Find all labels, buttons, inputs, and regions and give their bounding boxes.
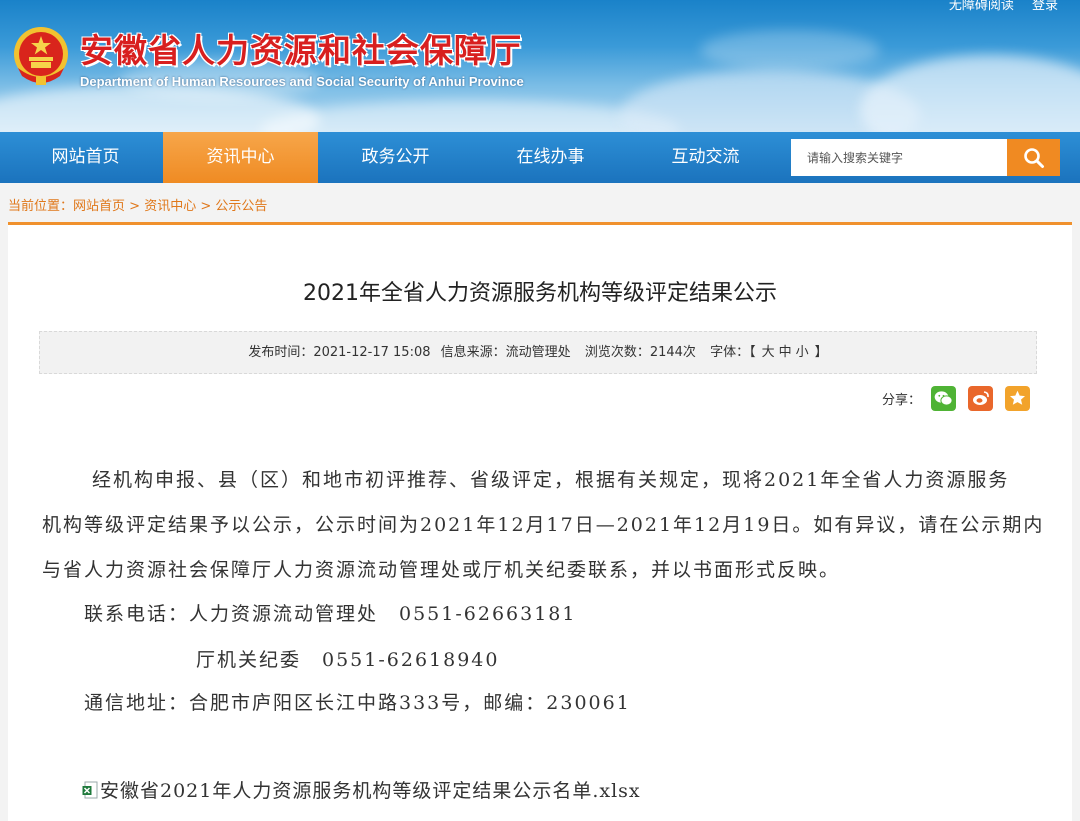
nav-item-gov-affairs[interactable]: 政务公开 bbox=[318, 132, 473, 183]
article-card: 2021年全省人力资源服务机构等级评定结果公示 发布时间：2021-12-17 … bbox=[8, 225, 1072, 821]
national-emblem-icon bbox=[14, 27, 68, 85]
weibo-icon bbox=[972, 391, 989, 405]
share-label: 分享： bbox=[882, 392, 922, 408]
breadcrumb-prefix: 当前位置： bbox=[8, 199, 74, 214]
article-paragraph: 机构等级评定结果予以公示，公示时间为2021年12月17日—2021年12月19… bbox=[42, 514, 1045, 536]
font-size-label: 字体： bbox=[710, 345, 750, 360]
header-banner: 安徽省人力资源和社会保障厅 Department of Human Resour… bbox=[0, 0, 1080, 132]
nav-item-home[interactable]: 网站首页 bbox=[8, 132, 163, 183]
breadcrumb-item-home[interactable]: 网站首页 bbox=[73, 199, 125, 214]
breadcrumb-item-news[interactable]: 资讯中心 bbox=[144, 199, 196, 214]
breadcrumb-separator: > bbox=[196, 199, 216, 214]
breadcrumb: 当前位置：网站首页 > 资讯中心 > 公示公告 bbox=[8, 195, 267, 214]
excel-file-icon bbox=[82, 781, 98, 798]
share-weibo-button[interactable] bbox=[968, 385, 994, 411]
login-link[interactable]: 登录 bbox=[1032, 0, 1058, 13]
banner-cloud bbox=[700, 30, 880, 70]
publish-time: 2021-12-17 15:08 bbox=[313, 345, 431, 360]
article-paragraph: 与省人力资源社会保障厅人力资源流动管理处或厅机关纪委联系，并以书面形式反映。 bbox=[42, 559, 841, 581]
views-label: 浏览次数： bbox=[584, 345, 650, 360]
breadcrumb-separator: > bbox=[125, 199, 145, 214]
font-size-bracket: 】 bbox=[814, 345, 828, 360]
nav-item-interaction[interactable]: 互动交流 bbox=[628, 132, 783, 183]
top-links: 无障碍阅读 登录 bbox=[935, 0, 1058, 13]
site-subtitle: Department of Human Resources and Social… bbox=[80, 74, 524, 89]
font-size-medium[interactable]: 中 bbox=[779, 345, 792, 360]
views-count: 2144次 bbox=[649, 345, 696, 360]
font-size-bracket: 【 bbox=[749, 345, 756, 360]
attachment-filename: 安徽省2021年人力资源服务机构等级评定结果公示名单.xlsx bbox=[100, 780, 641, 802]
contact-address-line: 通信地址：合肥市庐阳区长江中路333号，邮编：230061 bbox=[84, 692, 631, 714]
search-icon bbox=[1023, 147, 1044, 168]
article-title: 2021年全省人力资源服务机构等级评定结果公示 bbox=[303, 281, 777, 306]
share-favorite-button[interactable] bbox=[1005, 385, 1031, 411]
wechat-icon bbox=[934, 390, 953, 406]
article-paragraph: 经机构申报、县（区）和地市初评推荐、省级评定，根据有关规定，现将2021年全省人… bbox=[92, 469, 1010, 491]
breadcrumb-item-announcements[interactable]: 公示公告 bbox=[215, 199, 267, 214]
main-nav: 网站首页 资讯中心 政务公开 在线办事 互动交流 bbox=[0, 132, 1080, 183]
banner-cloud bbox=[860, 55, 1080, 132]
publish-label: 发布时间： bbox=[248, 345, 314, 360]
site-title: 安徽省人力资源和社会保障厅 bbox=[80, 31, 522, 70]
source-label: 信息来源： bbox=[440, 345, 506, 360]
contact-phone-line-2: 厅机关纪委 0551-62618940 bbox=[196, 649, 500, 671]
star-icon bbox=[1010, 390, 1026, 405]
contact-phone-line: 联系电话：人力资源流动管理处 0551-62663181 bbox=[84, 603, 577, 625]
font-size-small[interactable]: 小 bbox=[796, 345, 809, 360]
source-value: 流动管理处 bbox=[505, 345, 571, 360]
nav-item-online-service[interactable]: 在线办事 bbox=[473, 132, 628, 183]
accessibility-link[interactable]: 无障碍阅读 bbox=[949, 0, 1014, 13]
nav-item-news[interactable]: 资讯中心 bbox=[163, 132, 318, 183]
banner-cloud bbox=[260, 100, 680, 132]
font-size-large[interactable]: 大 bbox=[762, 345, 775, 360]
search-button[interactable] bbox=[1007, 139, 1060, 176]
share-wechat-button[interactable] bbox=[931, 385, 957, 411]
search-input[interactable] bbox=[791, 139, 1007, 176]
attachment-link[interactable]: 安徽省2021年人力资源服务机构等级评定结果公示名单.xlsx bbox=[82, 776, 641, 803]
share-bar: 分享： bbox=[882, 385, 1031, 411]
article-meta: 发布时间：2021-12-17 15:08 信息来源：流动管理处 浏览次数：21… bbox=[39, 331, 1037, 374]
